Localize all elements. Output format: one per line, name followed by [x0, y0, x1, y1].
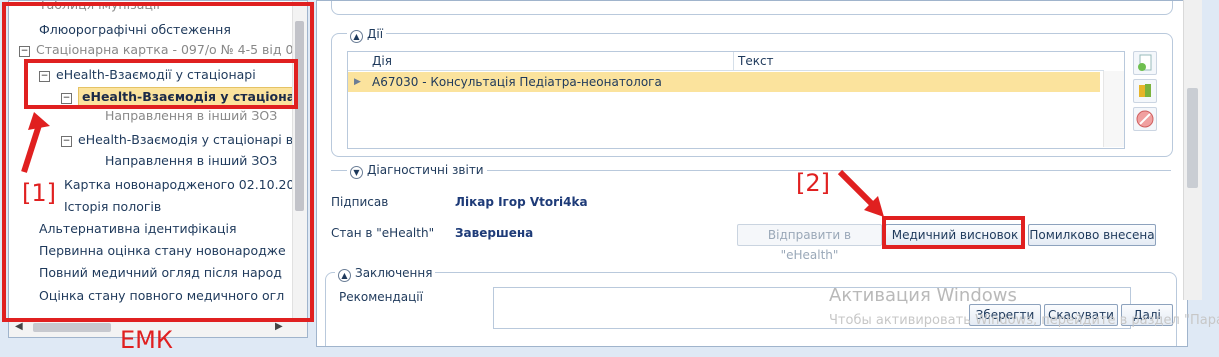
arrow-head-icon [28, 112, 50, 130]
annotation-label-1: [1] [22, 179, 56, 207]
arrow-down-right-icon [837, 169, 877, 209]
annotation-label-emk: ЕМК [120, 326, 173, 354]
annotation-label-2: [2] [796, 169, 830, 197]
annotation-arrows [21, 112, 884, 217]
arrow-up-icon [21, 121, 43, 173]
